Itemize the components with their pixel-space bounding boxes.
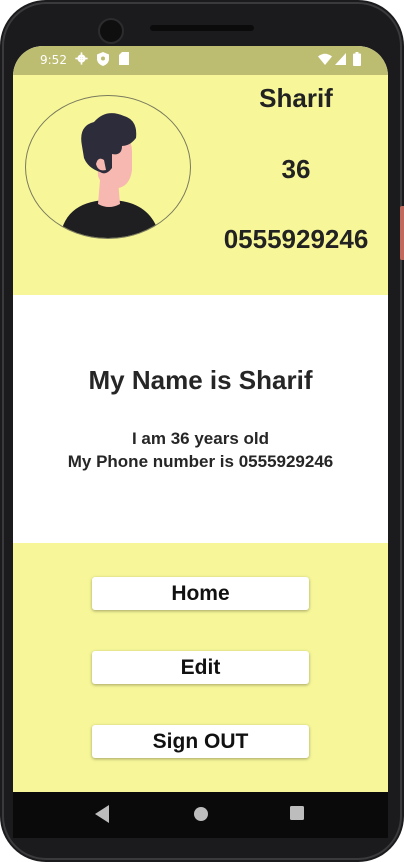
home-circle-icon[interactable] bbox=[193, 806, 209, 827]
info-phone-line: My Phone number is 0555929246 bbox=[67, 452, 334, 471]
profile-age: 36 bbox=[281, 154, 311, 184]
phone-frame: 9:52 Sharif 36 0555929246 My Name is Sha… bbox=[0, 0, 404, 862]
earpiece-speaker bbox=[150, 25, 254, 31]
status-bar: 9:52 bbox=[13, 46, 388, 75]
system-nav-bar bbox=[13, 792, 388, 838]
screen: 9:52 Sharif 36 0555929246 My Name is Sha… bbox=[13, 46, 388, 838]
sign-out-button[interactable]: Sign OUT bbox=[92, 725, 309, 758]
signal-icon bbox=[335, 53, 346, 68]
status-time: 9:52 bbox=[40, 53, 67, 67]
sd-card-icon bbox=[119, 52, 129, 68]
person-avatar-icon bbox=[60, 113, 160, 238]
avatar bbox=[25, 95, 191, 239]
info-title: My Name is Sharif bbox=[88, 365, 313, 395]
home-button[interactable]: Home bbox=[92, 577, 309, 610]
actions-section: Home Edit Sign OUT bbox=[13, 543, 388, 792]
recents-icon[interactable] bbox=[290, 806, 304, 825]
profile-phone: 0555929246 bbox=[223, 224, 369, 254]
profile-header: Sharif 36 0555929246 bbox=[13, 75, 388, 295]
profile-name: Sharif bbox=[259, 83, 333, 113]
shield-icon bbox=[97, 52, 109, 69]
wifi-icon bbox=[318, 53, 332, 68]
battery-icon bbox=[353, 52, 361, 69]
front-camera bbox=[98, 18, 124, 44]
info-age-line: I am 36 years old bbox=[131, 429, 270, 448]
info-section: My Name is Sharif I am 36 years old My P… bbox=[13, 295, 388, 543]
back-icon[interactable] bbox=[95, 805, 111, 828]
power-button bbox=[400, 206, 404, 260]
edit-button[interactable]: Edit bbox=[92, 651, 309, 684]
settings-icon bbox=[75, 52, 88, 68]
